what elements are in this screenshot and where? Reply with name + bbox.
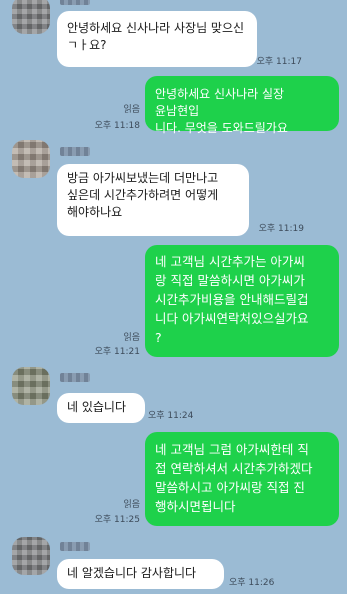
outgoing-message-bubble[interactable]: 네 고객님 그럼 아가씨한테 직 접 연락하셔서 시간추가하겠다 말씀하시고 아…	[145, 432, 339, 526]
incoming-message-bubble[interactable]: 안녕하세요 신사나라 사장님 맞으신 ㄱㅏ요?	[57, 11, 257, 67]
sender-avatar[interactable]	[12, 537, 50, 575]
incoming-message-bubble[interactable]: 네 알겠습니다 감사합니다	[57, 559, 224, 589]
outgoing-message-bubble[interactable]: 네 고객님 시간추가는 아가씨 랑 직접 말씀하시면 아가씨가 시간추가비용을 …	[145, 245, 339, 357]
sender-name-blurred	[60, 542, 90, 551]
message-time: 오후 11:17	[256, 57, 302, 67]
message-time: 오후 11:24	[148, 411, 194, 421]
sender-avatar[interactable]	[12, 367, 50, 405]
message-time: 오후 11:26	[229, 578, 275, 588]
sender-avatar[interactable]	[12, 140, 50, 178]
message-time: 오후 11:25	[94, 515, 140, 525]
chat-room: 안녕하세요 신사나라 사장님 맞으신 ㄱㅏ요? 오후 11:17 읽음 오후 1…	[0, 0, 347, 594]
message-time: 오후 11:21	[94, 347, 140, 357]
sender-name-blurred	[60, 147, 90, 156]
sender-name-blurred	[60, 373, 90, 382]
read-receipt: 읽음	[123, 333, 140, 343]
message-time: 오후 11:19	[258, 224, 304, 234]
read-receipt: 읽음	[123, 500, 140, 510]
message-time: 오후 11:18	[94, 121, 140, 131]
incoming-message-bubble[interactable]: 네 있습니다	[57, 393, 145, 423]
incoming-message-bubble[interactable]: 방금 아가씨보냈는데 더만나고 싶은데 시간추가하려면 어떻게 해야하나요	[57, 164, 249, 236]
read-receipt: 읽음	[123, 105, 140, 115]
outgoing-message-bubble[interactable]: 안녕하세요 신사나라 실장 윤남현입 니다. 무엇을 도와드릴가요	[145, 76, 339, 135]
sender-name-blurred	[60, 0, 90, 5]
sender-avatar[interactable]	[12, 0, 50, 34]
